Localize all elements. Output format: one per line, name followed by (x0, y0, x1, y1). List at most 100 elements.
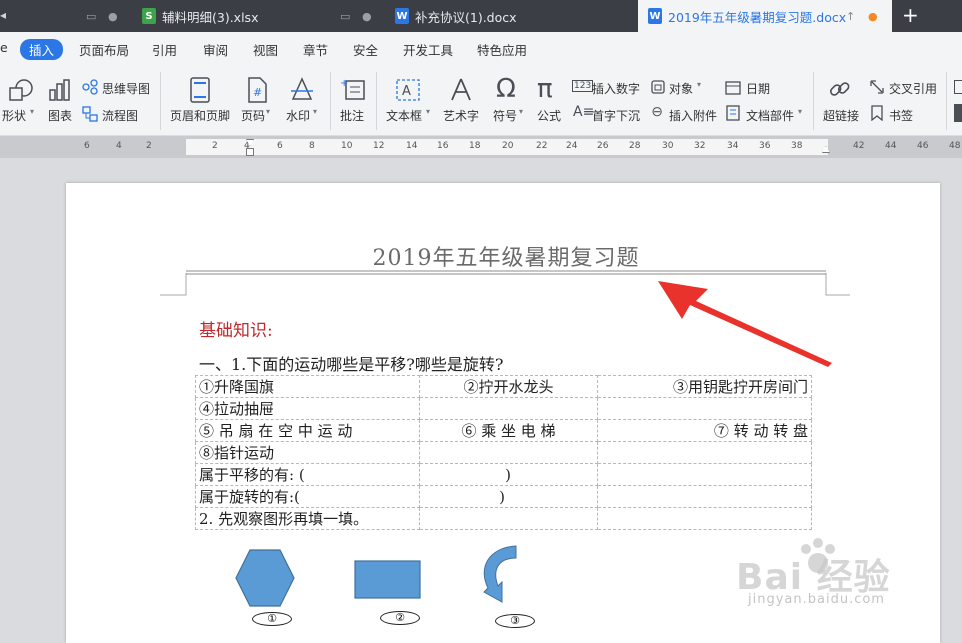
mindmap-label: 思维导图 (102, 82, 151, 96)
monitor-icon[interactable]: ▭ (340, 10, 350, 23)
table-cell[interactable]: ②拧开水龙头 (419, 375, 598, 398)
separator (946, 72, 947, 130)
header-title[interactable]: 2019年五年级暑期复习题 (186, 240, 826, 272)
watermark-url: jingyan.baidu.com (748, 592, 885, 607)
table-cell[interactable]: ⑦ 转 动 转 盘 (597, 419, 812, 442)
svg-text:A: A (402, 84, 411, 99)
tab-overflow-icon[interactable]: ◂ (0, 8, 6, 22)
object-icon (651, 80, 665, 94)
question-text[interactable]: 一、1.下面的运动哪些是平移?哪些是旋转? (199, 351, 503, 375)
menu-bar: e 插入 页面布局 引用 审阅 视图 章节 安全 开发工具 特色应用 (0, 32, 962, 66)
dropdown-icon: ▾ (313, 107, 318, 116)
dropdown-icon: ▾ (30, 107, 35, 116)
table-cell[interactable]: ③用钥匙拧开房间门 (597, 375, 812, 398)
table-cell[interactable] (419, 507, 598, 530)
comment-label: 批注 (340, 109, 365, 123)
new-tab-button[interactable]: + (902, 3, 919, 27)
curved-arrow-shape[interactable] (476, 544, 524, 610)
separator (376, 72, 377, 130)
table-cell[interactable]: 2. 先观察图形再填一填。 (195, 507, 420, 530)
hexagon-shape[interactable] (234, 548, 296, 610)
table-cell[interactable]: ⑥ 乘 坐 电 梯 (419, 419, 598, 442)
rectangle-shape[interactable] (354, 560, 422, 600)
mindmap-icon (82, 79, 98, 95)
table-row: ①升降国旗 ②拧开水龙头 ③用钥匙拧开房间门 (195, 375, 812, 398)
table-cell[interactable]: 属于平移的有: ( (195, 463, 420, 486)
figure-label-2: ② (380, 611, 420, 625)
dropdown-icon: ▾ (426, 107, 431, 116)
ruler-number: 4 (116, 141, 122, 151)
menu-features[interactable]: 特色应用 (477, 40, 527, 59)
ribbon-toolbar: 形状 ▾ 图表 思维导图 流程图 页眉和页脚 # 页码 ▾ 水印 ▾ + 批注 … (0, 66, 962, 136)
number-icon: 123 (572, 80, 594, 92)
tab-spreadsheet[interactable]: S 辅料明细(3).xlsx ▭ ● (132, 0, 380, 32)
left-indent-marker[interactable] (246, 148, 254, 156)
table-cell[interactable]: ④拉动抽屉 (195, 397, 420, 420)
table-cell[interactable] (597, 507, 812, 530)
question-table[interactable]: ①升降国旗 ②拧开水龙头 ③用钥匙拧开房间门 ④拉动抽屉 ⑤ 吊 扇 在 空 中… (195, 375, 812, 530)
table-cell[interactable]: ①升降国旗 (195, 375, 420, 398)
dropdown-icon: ▾ (697, 80, 702, 89)
ruler-number: 18 (469, 141, 481, 151)
close-dot-icon[interactable]: ● (108, 10, 118, 23)
table-cell[interactable] (597, 485, 812, 508)
table-cell[interactable]: 属于旋转的有:( (195, 485, 420, 508)
svg-text:+: + (340, 78, 348, 89)
chart-icon (49, 79, 70, 101)
table-row: ⑧指针运动 (195, 441, 812, 464)
tab-previous[interactable]: ▭ ● (20, 0, 128, 32)
upload-icon[interactable]: ↑ (846, 10, 855, 23)
menu-references[interactable]: 引用 (152, 40, 177, 59)
tab-label: 补充协议(1).docx (415, 9, 517, 25)
svg-text:#: # (253, 86, 262, 99)
more-icon[interactable] (954, 104, 962, 122)
table-cell[interactable]: ⑧指针运动 (195, 441, 420, 464)
ruler-number: 30 (662, 141, 674, 151)
table-row: 2. 先观察图形再填一填。 (195, 507, 812, 530)
paperclip-icon: ⊘ (647, 102, 667, 122)
tab-review-doc[interactable]: W 2019年五年级暑期复习题.docx ↑ ● (638, 0, 892, 32)
table-cell[interactable]: ⑤ 吊 扇 在 空 中 运 动 (195, 419, 420, 442)
menu-chapter[interactable]: 章节 (303, 40, 328, 59)
header-footer-label: 页眉和页脚 (170, 109, 231, 123)
table-cell[interactable]: ) (419, 485, 598, 508)
insert-number-label: 插入数字 (592, 82, 641, 96)
dropdown-icon: ▾ (519, 107, 524, 116)
table-cell[interactable] (419, 441, 598, 464)
close-dot-icon[interactable]: ● (362, 10, 372, 23)
object-label: 对象 (669, 82, 694, 96)
figure-label-3: ③ (495, 614, 535, 628)
monitor-icon[interactable]: ▭ (86, 10, 96, 23)
table-cell[interactable]: ) (419, 463, 598, 486)
more-icon[interactable] (954, 80, 962, 94)
table-row: ④拉动抽屉 (195, 397, 812, 420)
menu-insert[interactable]: 插入 (20, 39, 64, 60)
section-heading[interactable]: 基础知识: (199, 316, 273, 341)
menu-security[interactable]: 安全 (353, 40, 378, 59)
menu-review[interactable]: 审阅 (203, 40, 228, 59)
unsaved-dot-icon[interactable]: ● (868, 10, 878, 23)
ruler-number: 34 (727, 141, 739, 151)
ruler-number: 20 (502, 141, 514, 151)
ruler-number: 22 (536, 141, 548, 151)
table-cell[interactable] (597, 397, 812, 420)
paw-icon (801, 538, 835, 573)
tab-agreement[interactable]: W 补充协议(1).docx (385, 0, 633, 32)
textbox-icon: A (396, 79, 420, 101)
menu-view[interactable]: 视图 (253, 40, 278, 59)
menu-overflow[interactable]: e (0, 40, 8, 55)
ruler-number: 38 (791, 141, 803, 151)
red-arrow-annotation (658, 281, 832, 367)
dropdown-icon: ▾ (266, 107, 271, 116)
ruler-number: 36 (759, 141, 771, 151)
bookmark-label: 书签 (889, 109, 914, 123)
menu-page-layout[interactable]: 页面布局 (79, 40, 129, 59)
ruler-number: 46 (917, 141, 929, 151)
date-label: 日期 (746, 82, 771, 96)
calendar-icon (725, 81, 741, 95)
table-cell[interactable] (597, 463, 812, 486)
table-cell[interactable] (597, 441, 812, 464)
table-cell[interactable] (419, 397, 598, 420)
doc-parts-icon (726, 105, 740, 121)
menu-developer[interactable]: 开发工具 (403, 40, 453, 59)
